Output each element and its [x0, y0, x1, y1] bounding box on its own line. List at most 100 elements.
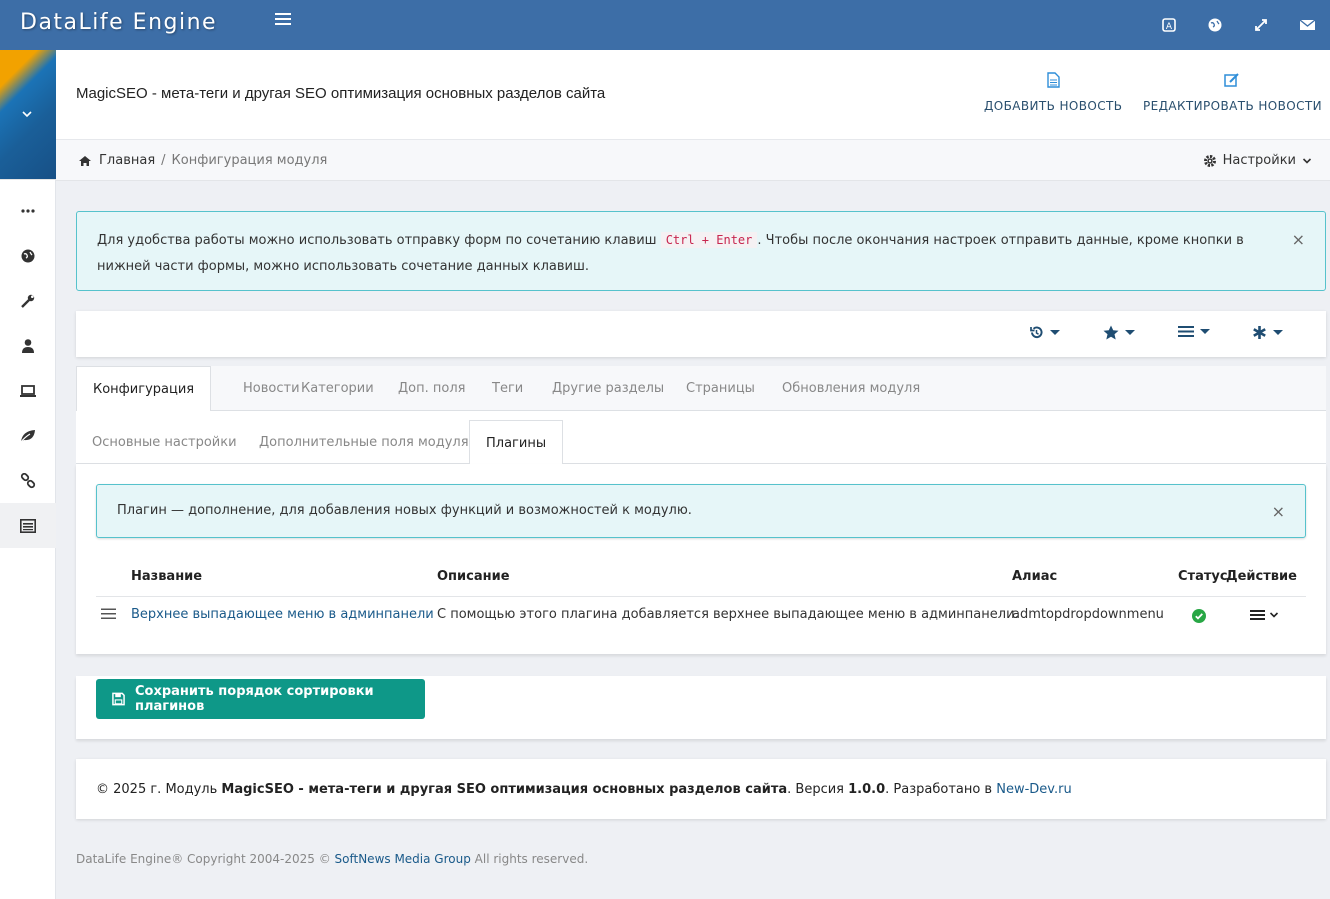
globe-icon [21, 249, 35, 262]
leaf-icon [20, 429, 35, 442]
language-icon[interactable]: A [1146, 0, 1192, 50]
mail-icon[interactable] [1284, 0, 1330, 50]
subtab-main-settings[interactable]: Основные настройки [76, 420, 253, 464]
softnews-link[interactable]: SoftNews Media Group [335, 852, 471, 866]
tab-other-sections[interactable]: Другие разделы [536, 366, 680, 411]
favorites-dropdown[interactable] [1103, 325, 1135, 340]
add-news-label: ДОБАВИТЬ НОВОСТЬ [984, 99, 1123, 113]
history-dropdown[interactable] [1029, 325, 1060, 340]
plugin-notice: Плагин — дополнение, для добавления новы… [96, 484, 1306, 538]
sub-tabs: Основные настройки Дополнительные поля м… [76, 411, 1326, 465]
settings-dropdown[interactable]: Настройки [1203, 153, 1312, 168]
add-news-button[interactable]: ДОБАВИТЬ НОВОСТЬ [984, 72, 1122, 113]
sidebar-item-more[interactable] [0, 188, 56, 233]
sidebar-item-templates[interactable] [0, 368, 56, 413]
sidebar-banner[interactable] [0, 50, 56, 180]
user-icon [22, 338, 34, 353]
list-alt-icon [20, 518, 36, 533]
breadcrumb-separator: / [161, 153, 166, 168]
tab-categories[interactable]: Категории [285, 366, 390, 411]
ellipsis-icon [21, 208, 35, 213]
top-navbar: DataLife Engine A [0, 0, 1330, 50]
sidebar-item-site[interactable] [0, 233, 56, 278]
file-icon [984, 72, 1122, 91]
footer-dev-prefix: . Разработано в [885, 782, 997, 797]
notice-text-before: Для удобства работы можно использовать о… [97, 233, 661, 248]
breadcrumb-current: Конфигурация модуля [171, 153, 328, 168]
drag-handle-icon[interactable] [101, 608, 116, 620]
close-icon[interactable]: × [1272, 502, 1285, 521]
wrench-icon [21, 294, 35, 308]
footer-prefix: © 2025 г. Модуль [96, 782, 222, 797]
sidebar-item-users[interactable] [0, 323, 56, 368]
column-header-alias: Алиас [1012, 569, 1058, 584]
developer-link[interactable]: New-Dev.ru [996, 782, 1071, 797]
subtab-plugins[interactable]: Плагины [469, 420, 564, 465]
chevron-down-icon [20, 108, 34, 123]
chevron-down-icon [1269, 612, 1279, 618]
column-header-name: Название [131, 569, 203, 584]
footer-version-prefix: . Версия [787, 782, 849, 797]
asterisk-icon [1253, 326, 1266, 339]
sidebar [0, 50, 56, 899]
copyright-suffix: All rights reserved. [470, 852, 589, 866]
extra-dropdown[interactable] [1252, 325, 1283, 340]
app-logo[interactable]: DataLife Engine [20, 10, 217, 35]
breadcrumb-home-link[interactable]: Главная [99, 153, 155, 168]
shortcut-kbd: Ctrl + Enter [660, 232, 758, 248]
footer-module-name: MagicSEO - мета-теги и другая SEO оптими… [221, 782, 788, 797]
copyright: DataLife Engine® Copyright 2004-2025 © S… [76, 852, 588, 866]
globe-icon[interactable] [1192, 0, 1238, 50]
plugin-alias: admtopdropdownmenu [1012, 607, 1164, 622]
column-header-description: Описание [437, 569, 510, 584]
bars-icon [1178, 326, 1194, 337]
plugin-description: С помощью этого плагина добавляется верх… [437, 607, 1019, 622]
history-icon [1030, 326, 1043, 339]
shortcut-notice-text: Для удобства работы можно использовать о… [97, 227, 1277, 280]
settings-label: Настройки [1222, 153, 1296, 168]
fullscreen-icon[interactable] [1238, 0, 1284, 50]
edit-news-label: РЕДАКТИРОВАТЬ НОВОСТИ [1143, 99, 1322, 113]
edit-news-button[interactable]: РЕДАКТИРОВАТЬ НОВОСТИ [1143, 72, 1322, 113]
tab-pages[interactable]: Страницы [670, 366, 771, 411]
shortcut-notice: Для удобства работы можно использовать о… [76, 211, 1326, 291]
edit-icon [1143, 72, 1322, 91]
column-header-action: Действие [1226, 569, 1297, 584]
tab-extra-fields[interactable]: Доп. поля [382, 366, 481, 411]
close-icon[interactable]: × [1292, 230, 1305, 249]
tab-module-updates[interactable]: Обновления модуля [766, 366, 936, 411]
row-action-menu[interactable] [1250, 609, 1279, 621]
breadcrumb: Главная / Конфигурация модуля [78, 153, 327, 168]
column-header-status: Статус [1178, 569, 1228, 584]
home-icon [79, 155, 91, 166]
breadcrumb-bar: Главная / Конфигурация модуля Настройки [56, 140, 1330, 181]
sidebar-item-modules[interactable] [0, 503, 56, 548]
laptop-icon [20, 384, 36, 397]
plugin-name-link[interactable]: Верхнее выпадающее меню в админпанели [131, 607, 434, 622]
page-title: MagicSEO - мета-теги и другая SEO оптими… [76, 85, 606, 102]
bars-icon [1250, 610, 1265, 620]
module-footer-text: © 2025 г. Модуль MagicSEO - мета-теги и … [96, 782, 1072, 797]
svg-text:A: A [1166, 22, 1173, 32]
tab-tags[interactable]: Теги [476, 366, 539, 411]
main-tabs: Конфигурация Новости Категории Доп. поля… [76, 366, 1326, 412]
module-footer: © 2025 г. Модуль MagicSEO - мета-теги и … [76, 759, 1326, 819]
subtab-module-fields[interactable]: Дополнительные поля модуля [243, 420, 485, 464]
menu-toggle-icon[interactable] [275, 13, 291, 28]
gear-icon [1203, 154, 1216, 167]
menu-dropdown[interactable] [1178, 325, 1210, 338]
table-header-divider [96, 596, 1306, 597]
chevron-down-icon [1302, 157, 1312, 164]
sidebar-item-eco[interactable] [0, 413, 56, 458]
footer-version: 1.0.0 [848, 782, 886, 797]
sidebar-item-tools[interactable] [0, 278, 56, 323]
copyright-prefix: DataLife Engine® Copyright 2004-2025 © [76, 852, 335, 866]
save-button-label: Сохранить порядок сортировки плагинов [135, 684, 374, 714]
save-icon [112, 692, 125, 706]
save-sort-order-button[interactable]: Сохранить порядок сортировки плагинов [96, 679, 425, 719]
sidebar-item-links[interactable] [0, 458, 56, 503]
page-header: MagicSEO - мета-теги и другая SEO оптими… [56, 50, 1330, 140]
tab-config[interactable]: Конфигурация [76, 366, 212, 412]
status-ok-icon[interactable] [1192, 609, 1206, 623]
star-icon [1103, 325, 1119, 340]
